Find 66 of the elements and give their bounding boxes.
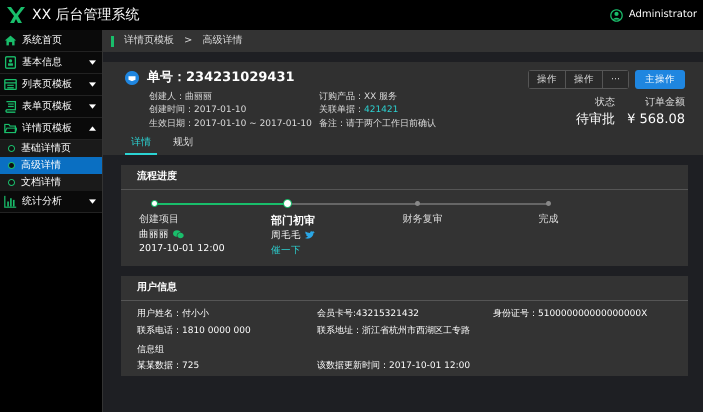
action-button[interactable]: 操作	[528, 71, 566, 88]
info-field: 生效日期：2017-01-10 ~ 2017-01-10	[149, 119, 312, 130]
step-person: 周毛毛	[270, 230, 301, 242]
sidebar-subitem[interactable]: 高级详情	[0, 157, 102, 174]
group-title: 信息组	[136, 344, 165, 357]
sidebar-item[interactable]: 基本信息	[0, 52, 102, 74]
stat-label: 状态	[595, 97, 616, 109]
stat-label: 订单金额	[645, 97, 685, 109]
sidebar-item[interactable]: 系统首页	[0, 30, 102, 52]
sidebar-subitem[interactable]: 文档详情	[0, 174, 102, 191]
caret-up-icon	[89, 126, 96, 131]
step-label: 部门初审	[270, 214, 315, 228]
caret-down-icon	[89, 60, 96, 65]
caret-down-icon	[89, 104, 96, 109]
info-field: 身份证号：510000000000000000X	[493, 308, 648, 320]
step-label: 创建项目	[139, 214, 179, 226]
info-label: 关联单据：	[319, 105, 364, 116]
tab[interactable]: 规划	[167, 134, 199, 155]
tab[interactable]: 详情	[125, 134, 157, 155]
info-field: 创建时间：2017-01-10	[149, 105, 246, 116]
contact-card-icon	[4, 56, 17, 69]
book-icon	[4, 100, 17, 113]
sidebar-item[interactable]: 统计分析	[0, 191, 102, 213]
breadcrumb-item[interactable]: 详情页模板	[124, 35, 174, 47]
step-label: 财务复审	[402, 214, 442, 226]
chat-bubbles-icon[interactable]	[173, 230, 184, 240]
action-button[interactable]: 操作	[566, 71, 603, 88]
info-field: 该数据更新时间：2017-10-01 12:00	[317, 361, 470, 372]
breadcrumb-separator: >	[184, 35, 192, 47]
step-time: 2017-10-01 12:00	[139, 243, 225, 255]
app-title: XX 后台管理系统	[32, 6, 140, 24]
action-button[interactable]: ···	[602, 71, 628, 88]
bird-icon[interactable]	[304, 231, 315, 240]
remind-link[interactable]: 催一下	[270, 244, 301, 256]
sidebar-subitem[interactable]: 基础详情页	[0, 140, 102, 157]
user-avatar-icon[interactable]	[610, 8, 623, 22]
info-field: 创建人：曲丽丽	[149, 92, 212, 102]
primary-action-button[interactable]: 主操作	[635, 70, 685, 89]
order-number: 单号：234231029431	[147, 70, 295, 86]
message-icon	[125, 70, 139, 85]
stat-value: 待审批	[576, 112, 616, 128]
logo-icon	[6, 5, 26, 25]
info-field: 备注：请于两个工作日前确认	[319, 119, 436, 130]
info-field: 某某数据：725	[137, 361, 200, 372]
sidebar-item[interactable]: 列表页模板	[0, 74, 102, 96]
step-label: 完成	[538, 214, 558, 226]
info-field: 会员卡号:43215321432	[317, 308, 420, 320]
info-field: 用户姓名：付小小	[137, 308, 209, 320]
bar-chart-icon	[4, 195, 17, 208]
sidebar-item[interactable]: 表单页模板	[0, 96, 102, 118]
breadcrumb-item[interactable]: 高级详情	[202, 35, 242, 47]
info-field: 联系地址：浙江省杭州市西湖区工专路	[317, 326, 470, 337]
user-name[interactable]: Administrator	[628, 9, 697, 21]
card-title: 用户信息	[121, 276, 688, 301]
info-field: 联系电话：1810 0000 000	[137, 326, 251, 337]
card-title: 流程进度	[121, 164, 688, 190]
stat-value: ¥ 568.08	[627, 112, 685, 128]
step-person: 曲丽丽	[139, 228, 169, 240]
sidebar-item[interactable]: 详情页模板	[0, 118, 102, 140]
home-icon	[4, 34, 17, 47]
link[interactable]: 421421	[364, 105, 398, 116]
caret-down-icon	[89, 199, 96, 204]
folder-icon	[4, 122, 17, 135]
list-icon	[4, 78, 17, 91]
caret-down-icon	[89, 82, 96, 87]
info-field: 订购产品：XX 服务	[319, 92, 398, 102]
